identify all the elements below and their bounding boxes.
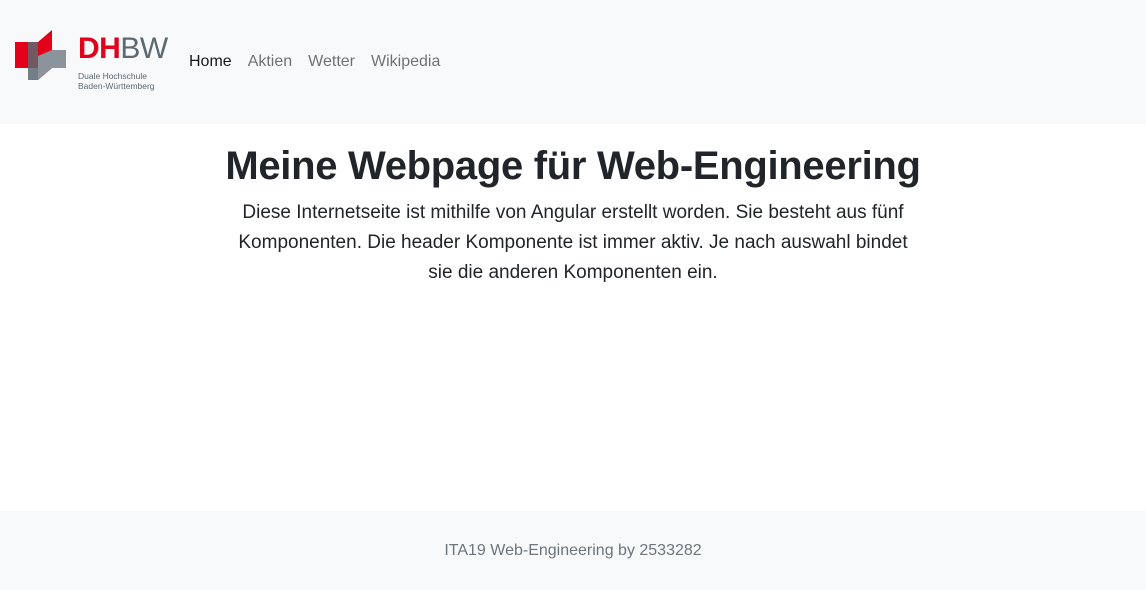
nav-link-aktien[interactable]: Aktien <box>240 48 300 76</box>
logo-wordmark: DHBW <box>78 34 168 64</box>
page: DHBW Duale Hochschule Baden-Württemberg … <box>0 0 1146 590</box>
nav-links: Home Aktien Wetter Wikipedia <box>181 48 448 76</box>
nav-link-wikipedia[interactable]: Wikipedia <box>363 48 448 76</box>
navbar: DHBW Duale Hochschule Baden-Württemberg … <box>0 0 1146 124</box>
logo-subtitle-line2: Baden-Württemberg <box>78 81 155 91</box>
dhbw-logo-icon <box>15 30 66 80</box>
logo-subtitle: Duale Hochschule Baden-Württemberg <box>78 71 155 91</box>
footer: ITA19 Web-Engineering by 2533282 <box>0 511 1146 590</box>
nav-link-wetter[interactable]: Wetter <box>300 48 363 76</box>
dhbw-logo-link[interactable]: DHBW Duale Hochschule Baden-Württemberg <box>14 28 174 94</box>
footer-text: ITA19 Web-Engineering by 2533282 <box>444 542 702 559</box>
nav-link-home[interactable]: Home <box>181 48 240 76</box>
logo-wordmark-dh: DH <box>78 32 121 65</box>
main-content: Meine Webpage für Web-Engineering Diese … <box>0 124 1146 288</box>
logo-subtitle-line1: Duale Hochschule <box>78 71 147 81</box>
page-title: Meine Webpage für Web-Engineering <box>225 144 921 188</box>
page-description: Diese Internetseite ist mithilfe von Ang… <box>238 202 908 283</box>
logo-wordmark-bw: BW <box>120 32 168 65</box>
